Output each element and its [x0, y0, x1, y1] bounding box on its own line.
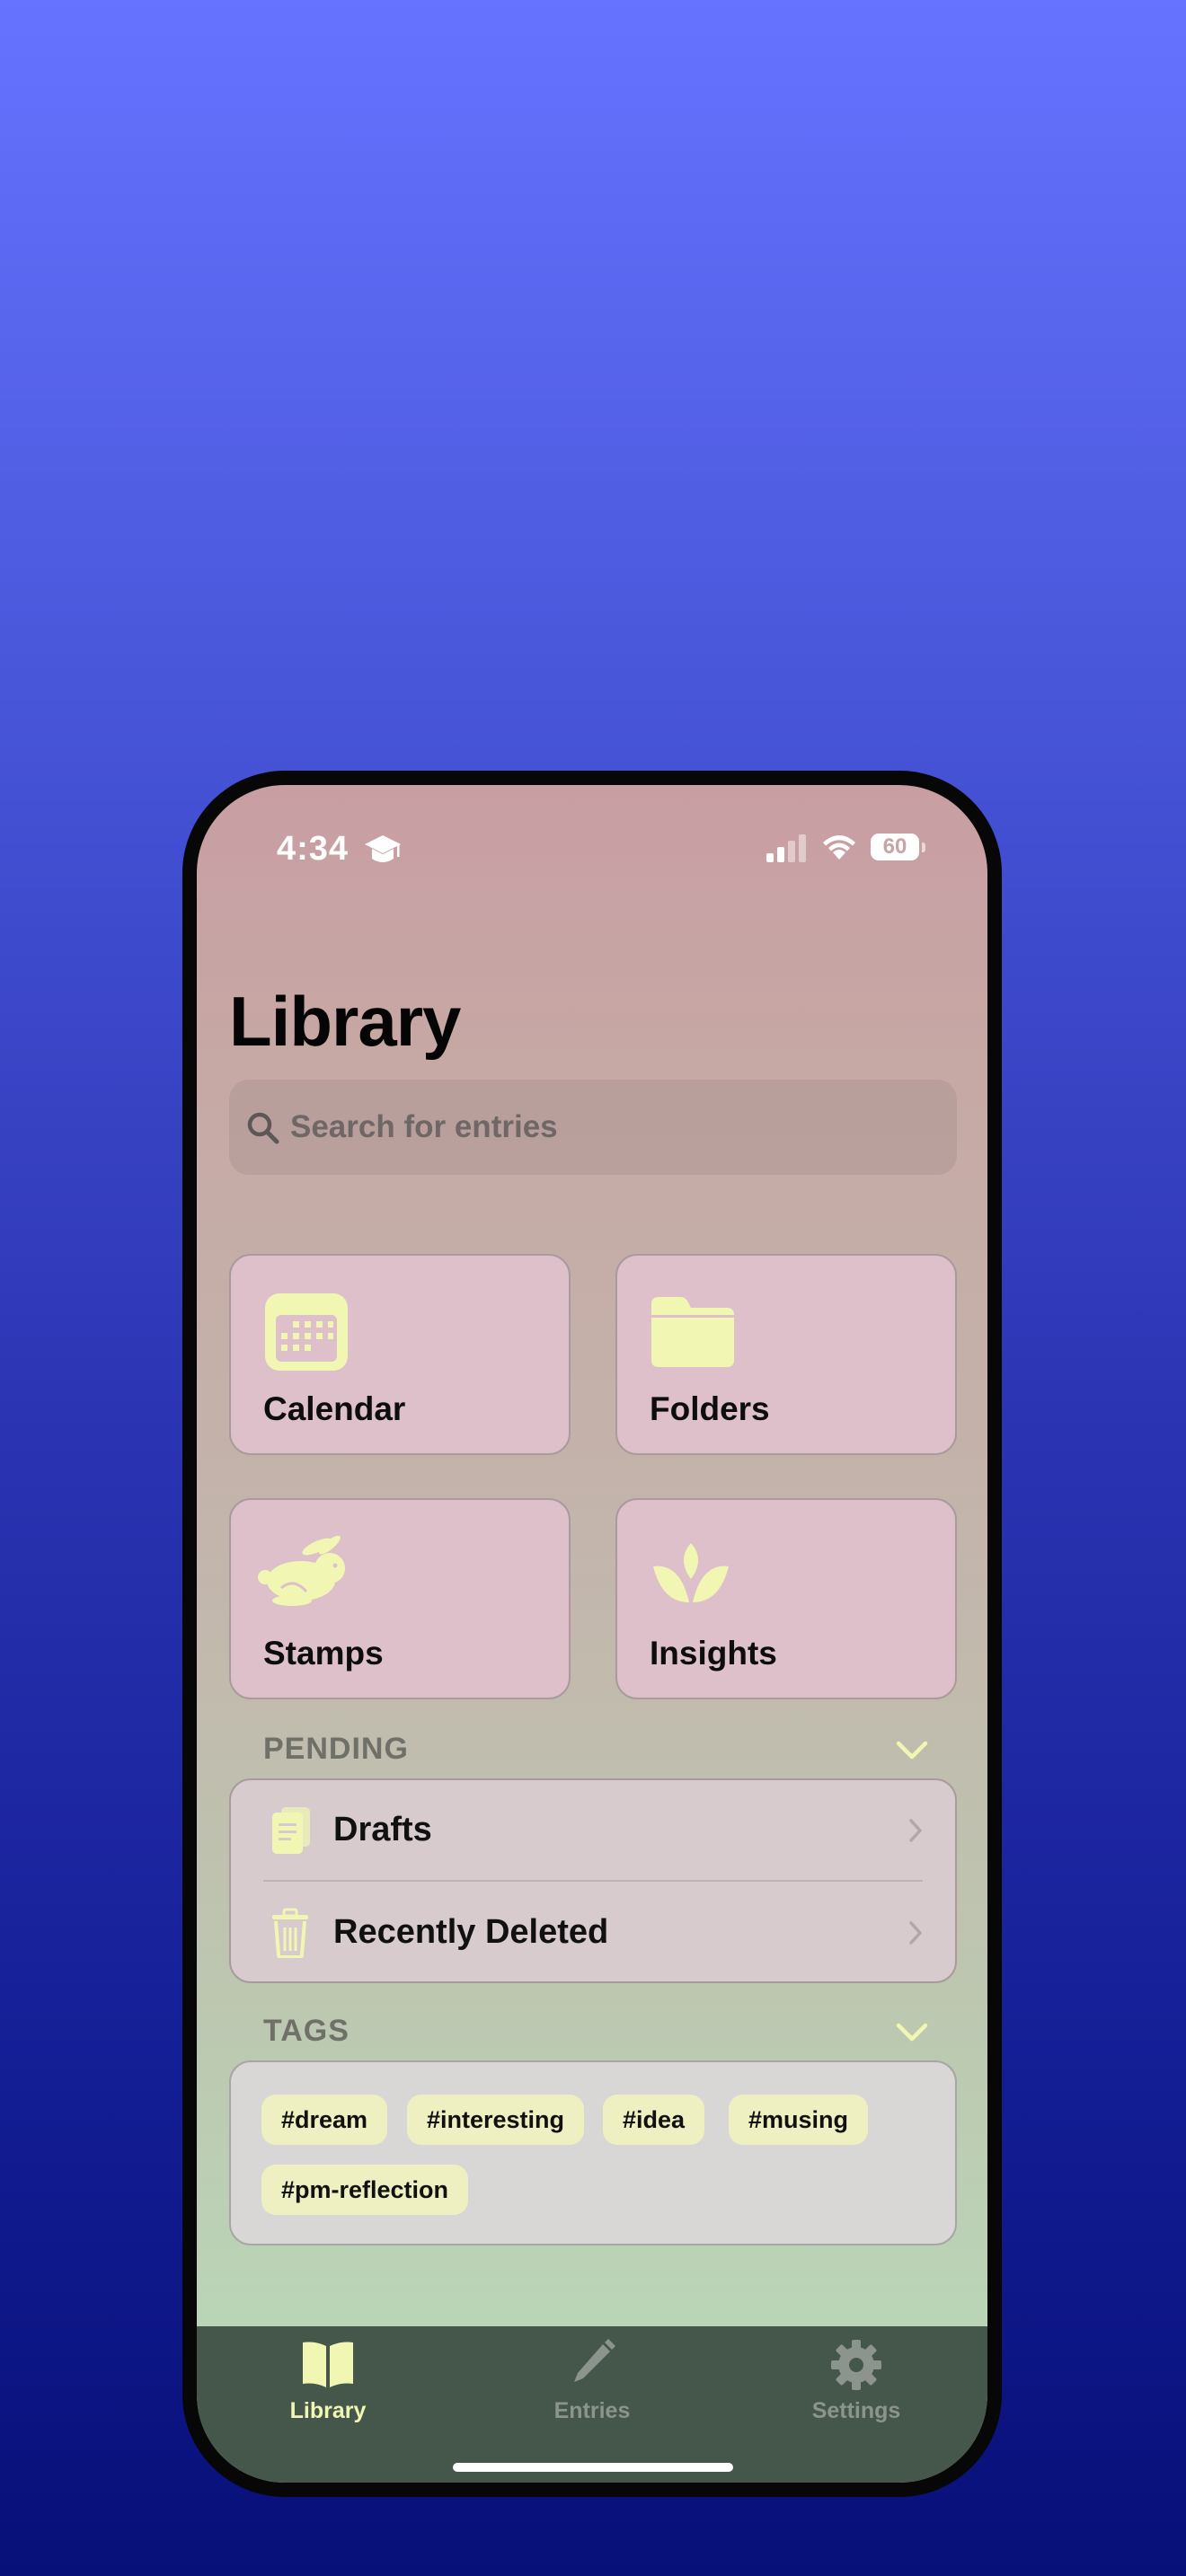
tile-label: Stamps	[263, 1635, 384, 1672]
tile-insights[interactable]: Insights	[615, 1498, 957, 1699]
folder-icon	[651, 1297, 734, 1367]
tile-calendar[interactable]: Calendar	[229, 1254, 571, 1455]
gear-icon	[831, 2340, 881, 2390]
list-item-label: Recently Deleted	[333, 1913, 609, 1951]
app-screen: 4:34 60 Library Search for entries Calen…	[197, 785, 987, 2483]
page-title: Library	[229, 982, 461, 1061]
chevron-right-icon	[909, 1921, 922, 1945]
tab-library[interactable]: Library	[238, 2326, 418, 2434]
chevron-down-icon[interactable]	[896, 2023, 928, 2042]
tab-bar: Library Entries Settings	[197, 2326, 987, 2483]
status-time: 4:34	[277, 830, 350, 868]
calendar-icon	[265, 1293, 348, 1371]
list-item-recently-deleted[interactable]: Recently Deleted	[231, 1883, 955, 1983]
home-indicator[interactable]	[453, 2463, 733, 2472]
tile-folders[interactable]: Folders	[615, 1254, 957, 1455]
graduation-cap-icon	[365, 835, 401, 862]
search-icon	[247, 1112, 279, 1144]
cellular-signal-icon	[766, 834, 806, 862]
lotus-icon	[653, 1543, 729, 1602]
tab-settings[interactable]: Settings	[766, 2326, 946, 2434]
chevron-right-icon	[909, 1819, 922, 1842]
wifi-icon	[823, 835, 855, 860]
pencil-icon	[574, 2339, 615, 2382]
tag-chip[interactable]: #idea	[603, 2095, 705, 2145]
tab-entries[interactable]: Entries	[502, 2326, 682, 2434]
battery-icon: 60	[871, 834, 926, 862]
document-icon	[272, 1807, 310, 1854]
tab-label: Library	[289, 2398, 367, 2423]
tag-chip[interactable]: #dream	[261, 2095, 388, 2145]
tag-chip[interactable]: #interesting	[407, 2095, 585, 2145]
tags-container: #dream #interesting #idea #musing #pm-re…	[229, 2060, 957, 2245]
phone-frame: 4:34 60 Library Search for entries Calen…	[182, 771, 1002, 2497]
tile-label: Insights	[650, 1635, 777, 1672]
book-icon	[303, 2342, 353, 2387]
trash-icon	[272, 1908, 308, 1958]
divider	[263, 1880, 923, 1882]
chevron-down-icon[interactable]	[896, 1741, 928, 1760]
tag-chip[interactable]: #pm-reflection	[261, 2165, 469, 2215]
pending-section-title: PENDING	[263, 1732, 409, 1766]
search-placeholder: Search for entries	[290, 1109, 558, 1144]
rabbit-icon	[258, 1536, 345, 1606]
pending-list: Drafts Recently Deleted	[229, 1778, 957, 1983]
tile-stamps[interactable]: Stamps	[229, 1498, 571, 1699]
tab-label: Settings	[811, 2398, 901, 2423]
status-bar: 4:34 60	[197, 785, 987, 884]
list-item-drafts[interactable]: Drafts	[231, 1780, 955, 1882]
tile-label: Folders	[650, 1390, 770, 1427]
battery-level: 60	[871, 834, 919, 860]
tab-label: Entries	[553, 2398, 631, 2423]
tile-label: Calendar	[263, 1390, 406, 1427]
tags-section-title: TAGS	[263, 2014, 350, 2048]
list-item-label: Drafts	[333, 1811, 432, 1848]
tag-chip[interactable]: #musing	[729, 2095, 869, 2145]
search-field[interactable]: Search for entries	[229, 1080, 957, 1175]
